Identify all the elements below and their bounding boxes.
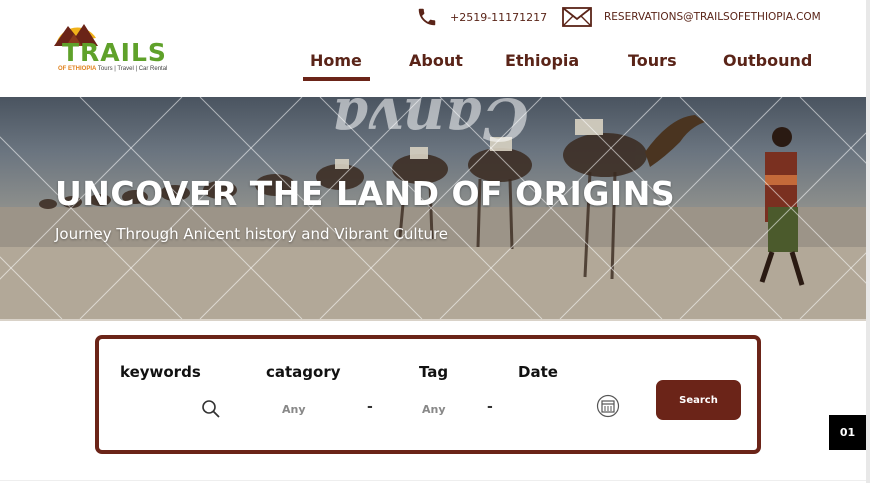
mail-icon <box>562 7 592 27</box>
keywords-label: keywords <box>120 363 201 381</box>
category-select[interactable]: Any <box>282 403 306 416</box>
logo-wordmark: TRAILS <box>62 38 167 67</box>
nav-ethiopia[interactable]: Ethiopia <box>505 51 579 70</box>
logo-tagline: OF ETHIOPIA Tours | Travel | Car Rental <box>58 66 167 72</box>
hero-divider <box>0 319 866 321</box>
contact-email[interactable]: RESERVATIONS@TRAILSOFETHIOPIA.COM <box>562 6 821 28</box>
hero-subtitle: Journey Through Anicent history and Vibr… <box>55 225 449 243</box>
tour-search-form: keywords catagory Tag Date Any - Any - S… <box>95 335 761 454</box>
tag-label: Tag <box>419 363 449 381</box>
nav-about[interactable]: About <box>409 51 463 70</box>
date-label: Date <box>518 363 558 381</box>
category-label: catagory <box>266 363 341 381</box>
nav-active-indicator <box>303 77 370 81</box>
tag-select[interactable]: Any <box>422 403 446 416</box>
email-address: RESERVATIONS@TRAILSOFETHIOPIA.COM <box>604 11 821 23</box>
contact-phone[interactable]: +2519-11171217 <box>416 6 547 28</box>
hero-banner: Canva UNCOVER THE LAND OF ORIGINS Journe… <box>0 97 866 319</box>
calendar-icon[interactable] <box>596 394 620 418</box>
slide-counter[interactable]: 01 <box>829 415 866 450</box>
section-divider <box>0 480 866 481</box>
tag-separator: - <box>487 399 493 415</box>
site-header: TRAILS OF ETHIOPIA Tours | Travel | Car … <box>0 0 866 97</box>
nav-outbound[interactable]: Outbound <box>723 51 812 70</box>
hero-title: UNCOVER THE LAND OF ORIGINS <box>55 174 676 213</box>
svg-text:Canva: Canva <box>331 97 528 153</box>
logo-tagline-rest: Tours | Travel | Car Rental <box>97 66 168 72</box>
search-icon[interactable] <box>199 397 223 421</box>
logo-tagline-highlight: OF ETHIOPIA <box>58 66 97 72</box>
category-separator: - <box>367 399 373 415</box>
search-button[interactable]: Search <box>656 380 741 420</box>
page: TRAILS OF ETHIOPIA Tours | Travel | Car … <box>0 0 870 483</box>
nav-home[interactable]: Home <box>310 51 362 70</box>
phone-icon <box>418 8 436 26</box>
nav-tours[interactable]: Tours <box>628 51 677 70</box>
page-scrollbar[interactable] <box>866 0 870 483</box>
phone-number: +2519-11171217 <box>450 10 548 24</box>
